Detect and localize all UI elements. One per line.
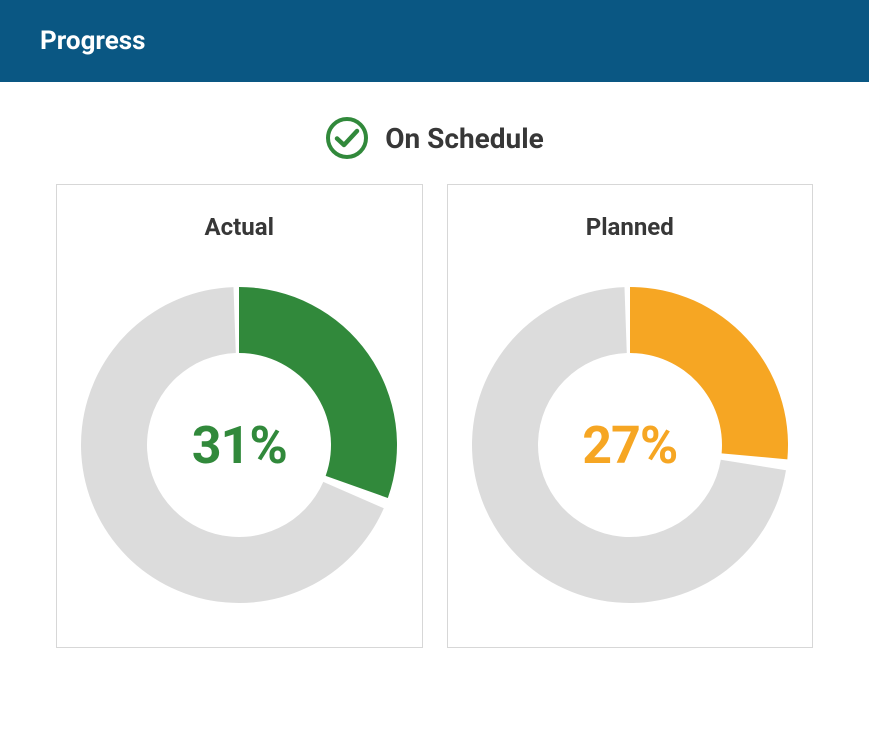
donut-chart-actual: 31% xyxy=(79,285,399,605)
donut-value-planned: 27% xyxy=(470,285,790,605)
card-actual: Actual 31% xyxy=(56,184,423,648)
donut-chart-planned: 27% xyxy=(470,285,790,605)
card-title-planned: Planned xyxy=(586,213,674,241)
status-row: On Schedule xyxy=(0,116,869,160)
card-title-actual: Actual xyxy=(205,213,274,241)
cards-container: Actual 31% Planned 27% xyxy=(0,184,869,648)
donut-value-actual: 31% xyxy=(79,285,399,605)
card-planned: Planned 27% xyxy=(447,184,814,648)
panel-header: Progress xyxy=(0,0,869,82)
page-title: Progress xyxy=(40,26,145,56)
check-circle-icon xyxy=(325,116,369,160)
status-label: On Schedule xyxy=(385,122,544,155)
